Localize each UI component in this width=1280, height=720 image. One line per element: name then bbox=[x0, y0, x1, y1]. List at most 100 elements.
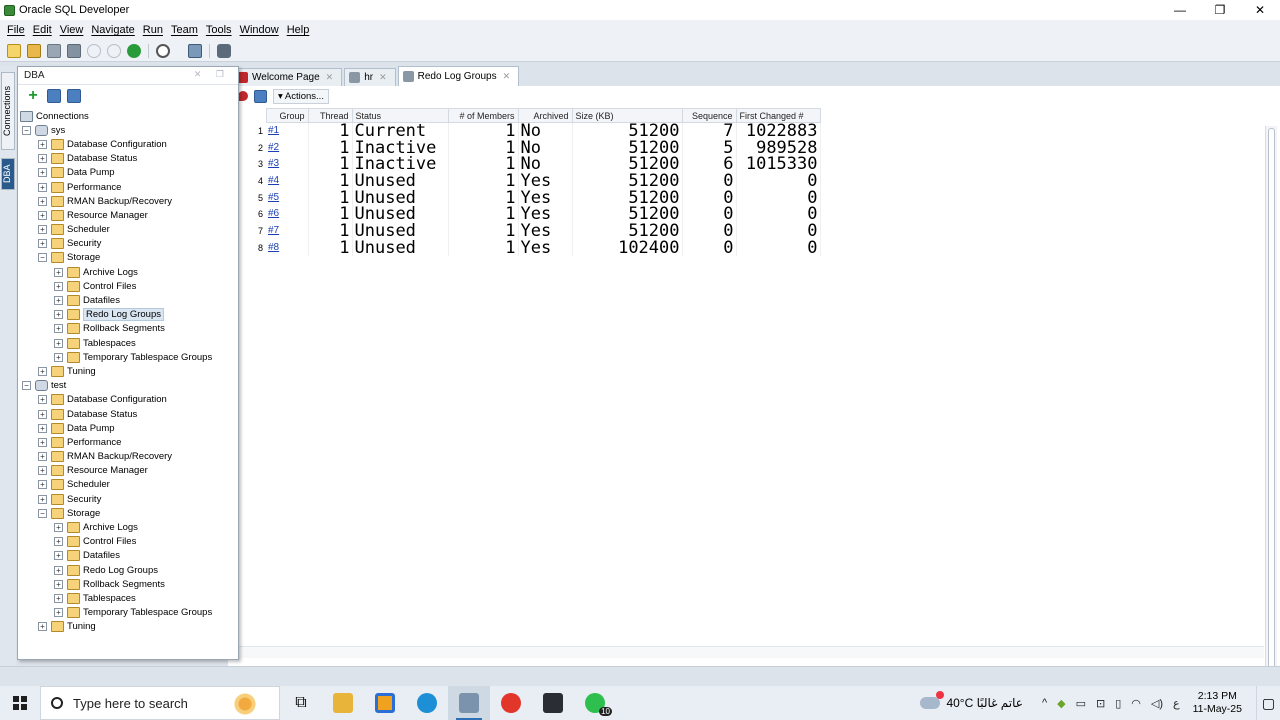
tree-node[interactable]: + Database Configuration bbox=[18, 393, 238, 407]
expand-icon[interactable]: + bbox=[54, 338, 63, 348]
refresh-icon[interactable] bbox=[47, 89, 61, 103]
tree-node[interactable]: + Datafiles bbox=[18, 549, 238, 563]
whatsapp-button[interactable]: 10 bbox=[574, 686, 616, 720]
tab-hr[interactable]: hr ✕ bbox=[344, 68, 396, 86]
filter-icon[interactable] bbox=[67, 89, 81, 103]
tree-node[interactable]: + RMAN Backup/Recovery bbox=[18, 194, 238, 208]
expand-icon[interactable]: + bbox=[38, 437, 47, 447]
start-button[interactable] bbox=[0, 686, 40, 720]
expand-icon[interactable]: + bbox=[38, 366, 47, 376]
expand-icon[interactable]: + bbox=[54, 523, 63, 533]
menu-help[interactable]: Help bbox=[287, 24, 310, 36]
expand-icon[interactable]: + bbox=[54, 310, 63, 320]
scroll-thumb[interactable] bbox=[1268, 128, 1275, 688]
tree-node[interactable]: + Tuning bbox=[18, 620, 238, 634]
clock[interactable]: 2:13 PM 11-May-25 bbox=[1193, 690, 1242, 716]
tree-node[interactable]: + Resource Manager bbox=[18, 208, 238, 222]
tree-node[interactable]: + Data Pump bbox=[18, 166, 238, 180]
tree-node[interactable]: − test bbox=[18, 379, 238, 393]
expand-icon[interactable]: + bbox=[38, 395, 47, 405]
expand-icon[interactable]: + bbox=[38, 139, 47, 149]
add-connection-icon[interactable]: + bbox=[25, 88, 41, 104]
expand-icon[interactable]: + bbox=[54, 551, 63, 561]
tree-node[interactable]: + RMAN Backup/Recovery bbox=[18, 450, 238, 464]
menu-tools[interactable]: Tools bbox=[206, 24, 232, 36]
collapse-icon[interactable]: − bbox=[38, 508, 47, 518]
new-file-icon[interactable] bbox=[7, 43, 21, 58]
menu-edit[interactable]: Edit bbox=[33, 24, 52, 36]
sql-developer-taskbar-button[interactable] bbox=[448, 686, 490, 720]
tree-node[interactable]: + Database Status bbox=[18, 152, 238, 166]
tree-node[interactable]: + Tablespaces bbox=[18, 591, 238, 605]
wps-button[interactable] bbox=[490, 686, 532, 720]
tree-node[interactable]: + Tablespaces bbox=[18, 336, 238, 350]
horizontal-scrollbar[interactable] bbox=[228, 646, 1264, 658]
usb-icon[interactable]: ⊡ bbox=[1096, 697, 1105, 710]
wifi-icon[interactable]: ◠ bbox=[1131, 697, 1141, 710]
close-tab-icon[interactable]: ✕ bbox=[326, 72, 334, 83]
expand-icon[interactable]: + bbox=[38, 423, 47, 433]
tab-welcome-page[interactable]: Welcome Page ✕ bbox=[232, 68, 343, 86]
expand-icon[interactable]: + bbox=[38, 196, 47, 206]
expand-icon[interactable]: + bbox=[54, 352, 63, 362]
expand-icon[interactable]: + bbox=[38, 466, 47, 476]
app-button[interactable] bbox=[364, 686, 406, 720]
tree-node[interactable]: + Control Files bbox=[18, 535, 238, 549]
table-row[interactable]: 7 #7 1 Unused 1 Yes 51200 0 0 bbox=[228, 222, 821, 240]
sql-worksheet-icon[interactable] bbox=[188, 43, 202, 58]
tree-node[interactable]: + Archive Logs bbox=[18, 520, 238, 534]
weather-widget[interactable]: 40°C عاتم غالبًا bbox=[920, 691, 1023, 710]
cell-group[interactable]: #3 bbox=[266, 155, 309, 173]
dba-side-tab[interactable]: DBA bbox=[1, 158, 15, 190]
tree-node[interactable]: + Scheduler bbox=[18, 223, 238, 237]
expand-icon[interactable]: + bbox=[38, 239, 47, 249]
vertical-scrollbar[interactable] bbox=[1265, 126, 1277, 698]
task-view-button[interactable]: ⧉ bbox=[280, 686, 322, 720]
security-icon[interactable]: ◆ bbox=[1057, 697, 1065, 710]
tree-node[interactable]: + Security bbox=[18, 492, 238, 506]
language-indicator[interactable]: ع bbox=[1173, 697, 1180, 710]
tree-node[interactable]: + Database Status bbox=[18, 407, 238, 421]
panel-window-buttons[interactable]: ✕ ❐ bbox=[194, 69, 230, 80]
column-header-group[interactable]: Group bbox=[265, 108, 309, 123]
tree-node[interactable]: + Resource Manager bbox=[18, 464, 238, 478]
menu-file[interactable]: File bbox=[7, 24, 25, 36]
tree-node[interactable]: + Security bbox=[18, 237, 238, 251]
save-icon[interactable] bbox=[47, 43, 61, 58]
table-row[interactable]: 4 #4 1 Unused 1 Yes 51200 0 0 bbox=[228, 172, 821, 190]
snipping-button[interactable] bbox=[532, 686, 574, 720]
pin-icon[interactable] bbox=[238, 91, 248, 101]
refresh-icon[interactable] bbox=[254, 89, 267, 103]
collapse-icon[interactable]: − bbox=[38, 253, 47, 263]
menu-run[interactable]: Run bbox=[143, 24, 163, 36]
cell-group[interactable]: #6 bbox=[266, 205, 309, 223]
cell-group[interactable]: #8 bbox=[266, 239, 309, 256]
expand-icon[interactable]: + bbox=[54, 267, 63, 277]
close-tab-icon[interactable]: ✕ bbox=[503, 71, 511, 82]
edge-button[interactable] bbox=[406, 686, 448, 720]
open-folder-icon[interactable] bbox=[27, 43, 41, 58]
expand-icon[interactable]: + bbox=[38, 622, 47, 632]
menu-window[interactable]: Window bbox=[240, 24, 279, 36]
minimize-button[interactable]: — bbox=[1160, 0, 1200, 20]
forward-icon[interactable] bbox=[127, 43, 141, 58]
tree-node[interactable]: + Control Files bbox=[18, 279, 238, 293]
file-explorer-button[interactable] bbox=[322, 686, 364, 720]
tree-node[interactable]: + Temporary Tablespace Groups bbox=[18, 606, 238, 620]
tree-node[interactable]: + Rollback Segments bbox=[18, 577, 238, 591]
expand-icon[interactable]: + bbox=[38, 154, 47, 164]
expand-icon[interactable]: + bbox=[54, 608, 63, 618]
collapse-icon[interactable]: − bbox=[22, 125, 31, 135]
cell-group[interactable]: #4 bbox=[266, 172, 309, 190]
table-row[interactable]: 1 #1 1 Current 1 No 51200 7 1022883 bbox=[228, 122, 821, 139]
expand-icon[interactable]: + bbox=[54, 296, 63, 306]
display-icon[interactable]: ▭ bbox=[1076, 697, 1086, 710]
tree-node[interactable]: + Scheduler bbox=[18, 478, 238, 492]
tree-node[interactable]: + Redo Log Groups bbox=[18, 308, 238, 322]
tree-node[interactable]: + Redo Log Groups bbox=[18, 563, 238, 577]
table-row[interactable]: 8 #8 1 Unused 1 Yes 102400 0 0 bbox=[228, 239, 821, 256]
expand-icon[interactable]: + bbox=[38, 480, 47, 490]
expand-icon[interactable]: + bbox=[38, 210, 47, 220]
expand-icon[interactable]: + bbox=[54, 281, 63, 291]
expand-icon[interactable]: + bbox=[38, 168, 47, 178]
